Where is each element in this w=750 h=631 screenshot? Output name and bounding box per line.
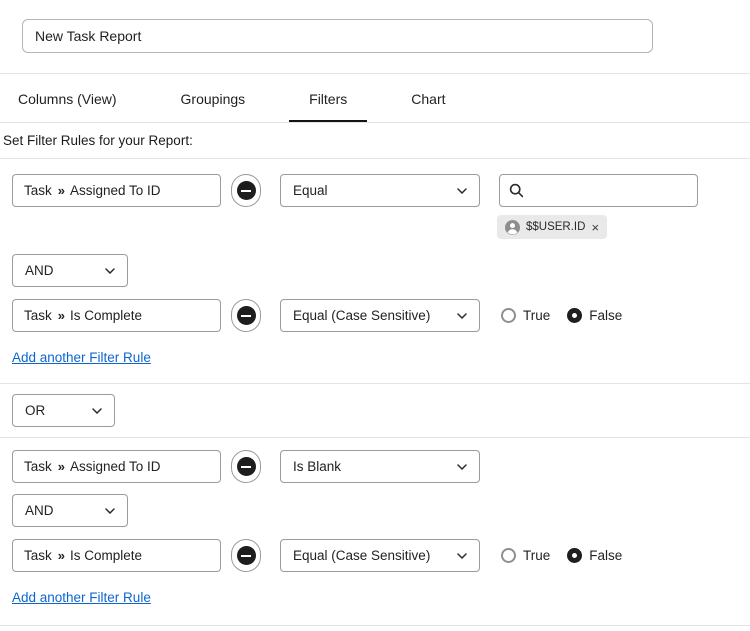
filter-group-1: Task » Assigned To ID Equal bbox=[0, 159, 750, 383]
radio-true-label: True bbox=[523, 308, 550, 323]
field-chevron-icon: » bbox=[58, 308, 64, 323]
chip-label: $$USER.ID bbox=[526, 221, 585, 233]
and-or-dropdown[interactable]: AND bbox=[12, 254, 128, 287]
and-or-value: AND bbox=[25, 503, 54, 518]
field-prefix: Task bbox=[24, 459, 52, 474]
minus-icon bbox=[237, 546, 256, 565]
tab-chart[interactable]: Chart bbox=[391, 74, 465, 122]
operator-value: Equal (Case Sensitive) bbox=[293, 548, 430, 563]
group-conjunction-dropdown[interactable]: OR bbox=[12, 394, 115, 427]
boolean-radio-group: True False bbox=[501, 308, 622, 323]
tab-columns-view[interactable]: Columns (View) bbox=[18, 74, 137, 122]
field-selector[interactable]: Task » Is Complete bbox=[12, 539, 221, 572]
value-search-box[interactable] bbox=[499, 174, 698, 207]
and-or-value: AND bbox=[25, 263, 54, 278]
field-selector[interactable]: Task » Assigned To ID bbox=[12, 174, 221, 207]
field-name: Assigned To ID bbox=[70, 459, 161, 474]
radio-false[interactable] bbox=[567, 308, 582, 323]
operator-value: Equal bbox=[293, 183, 328, 198]
operator-dropdown[interactable]: Is Blank bbox=[280, 450, 480, 483]
divider-group-1 bbox=[0, 383, 750, 384]
value-search-input[interactable] bbox=[531, 182, 688, 199]
tab-filters[interactable]: Filters bbox=[289, 74, 367, 122]
and-or-dropdown[interactable]: AND bbox=[12, 494, 128, 527]
selected-values-row: $$USER.ID × bbox=[497, 215, 750, 239]
field-chevron-icon: » bbox=[58, 183, 64, 198]
chevron-down-icon bbox=[105, 508, 115, 514]
search-icon bbox=[509, 183, 524, 198]
field-chevron-icon: » bbox=[58, 548, 64, 563]
field-selector[interactable]: Task » Is Complete bbox=[12, 299, 221, 332]
group-conjunction-value: OR bbox=[25, 403, 45, 418]
chevron-down-icon bbox=[457, 553, 467, 559]
field-name: Is Complete bbox=[70, 548, 142, 563]
chip-remove-icon[interactable]: × bbox=[591, 221, 599, 234]
filter-rule-row: Task » Assigned To ID Equal bbox=[12, 174, 750, 207]
minus-icon bbox=[237, 181, 256, 200]
field-prefix: Task bbox=[24, 548, 52, 563]
field-name: Assigned To ID bbox=[70, 183, 161, 198]
filters-heading: Set Filter Rules for your Report: bbox=[0, 123, 750, 158]
report-builder-page: Columns (View) Groupings Filters Chart S… bbox=[0, 0, 750, 626]
chevron-down-icon bbox=[105, 268, 115, 274]
chevron-down-icon bbox=[457, 313, 467, 319]
radio-false[interactable] bbox=[567, 548, 582, 563]
chevron-down-icon bbox=[92, 408, 102, 414]
divider-bottom bbox=[0, 625, 750, 626]
filter-rule-row: Task » Is Complete Equal (Case Sensitive… bbox=[12, 539, 750, 572]
minus-icon bbox=[237, 306, 256, 325]
operator-dropdown[interactable]: Equal (Case Sensitive) bbox=[280, 539, 480, 572]
field-selector[interactable]: Task » Assigned To ID bbox=[12, 450, 221, 483]
report-name-section bbox=[0, 0, 750, 73]
field-prefix: Task bbox=[24, 308, 52, 323]
chevron-down-icon bbox=[457, 464, 467, 470]
operator-value: Equal (Case Sensitive) bbox=[293, 308, 430, 323]
remove-rule-button[interactable] bbox=[231, 174, 261, 207]
operator-dropdown[interactable]: Equal bbox=[280, 174, 480, 207]
radio-false-label: False bbox=[589, 548, 622, 563]
add-filter-rule-link[interactable]: Add another Filter Rule bbox=[12, 590, 151, 605]
filter-group-2: Task » Assigned To ID Is Blank AND bbox=[0, 438, 750, 625]
filter-rule-row: Task » Assigned To ID Is Blank bbox=[12, 450, 750, 483]
radio-true[interactable] bbox=[501, 308, 516, 323]
boolean-radio-group: True False bbox=[501, 548, 622, 563]
filter-rule-row: Task » Is Complete Equal (Case Sensitive… bbox=[12, 299, 750, 332]
remove-rule-button[interactable] bbox=[231, 299, 261, 332]
minus-icon bbox=[237, 457, 256, 476]
remove-rule-button[interactable] bbox=[231, 539, 261, 572]
field-name: Is Complete bbox=[70, 308, 142, 323]
remove-rule-button[interactable] bbox=[231, 450, 261, 483]
operator-dropdown[interactable]: Equal (Case Sensitive) bbox=[280, 299, 480, 332]
value-chip[interactable]: $$USER.ID × bbox=[497, 215, 607, 239]
report-name-input[interactable] bbox=[22, 19, 653, 53]
field-prefix: Task bbox=[24, 183, 52, 198]
radio-false-label: False bbox=[589, 308, 622, 323]
field-chevron-icon: » bbox=[58, 459, 64, 474]
radio-true-label: True bbox=[523, 548, 550, 563]
add-filter-rule-link[interactable]: Add another Filter Rule bbox=[12, 350, 151, 365]
operator-value: Is Blank bbox=[293, 459, 341, 474]
avatar-icon bbox=[505, 220, 520, 235]
tab-bar: Columns (View) Groupings Filters Chart bbox=[0, 74, 750, 122]
radio-true[interactable] bbox=[501, 548, 516, 563]
tab-groupings[interactable]: Groupings bbox=[161, 74, 266, 122]
chevron-down-icon bbox=[457, 188, 467, 194]
